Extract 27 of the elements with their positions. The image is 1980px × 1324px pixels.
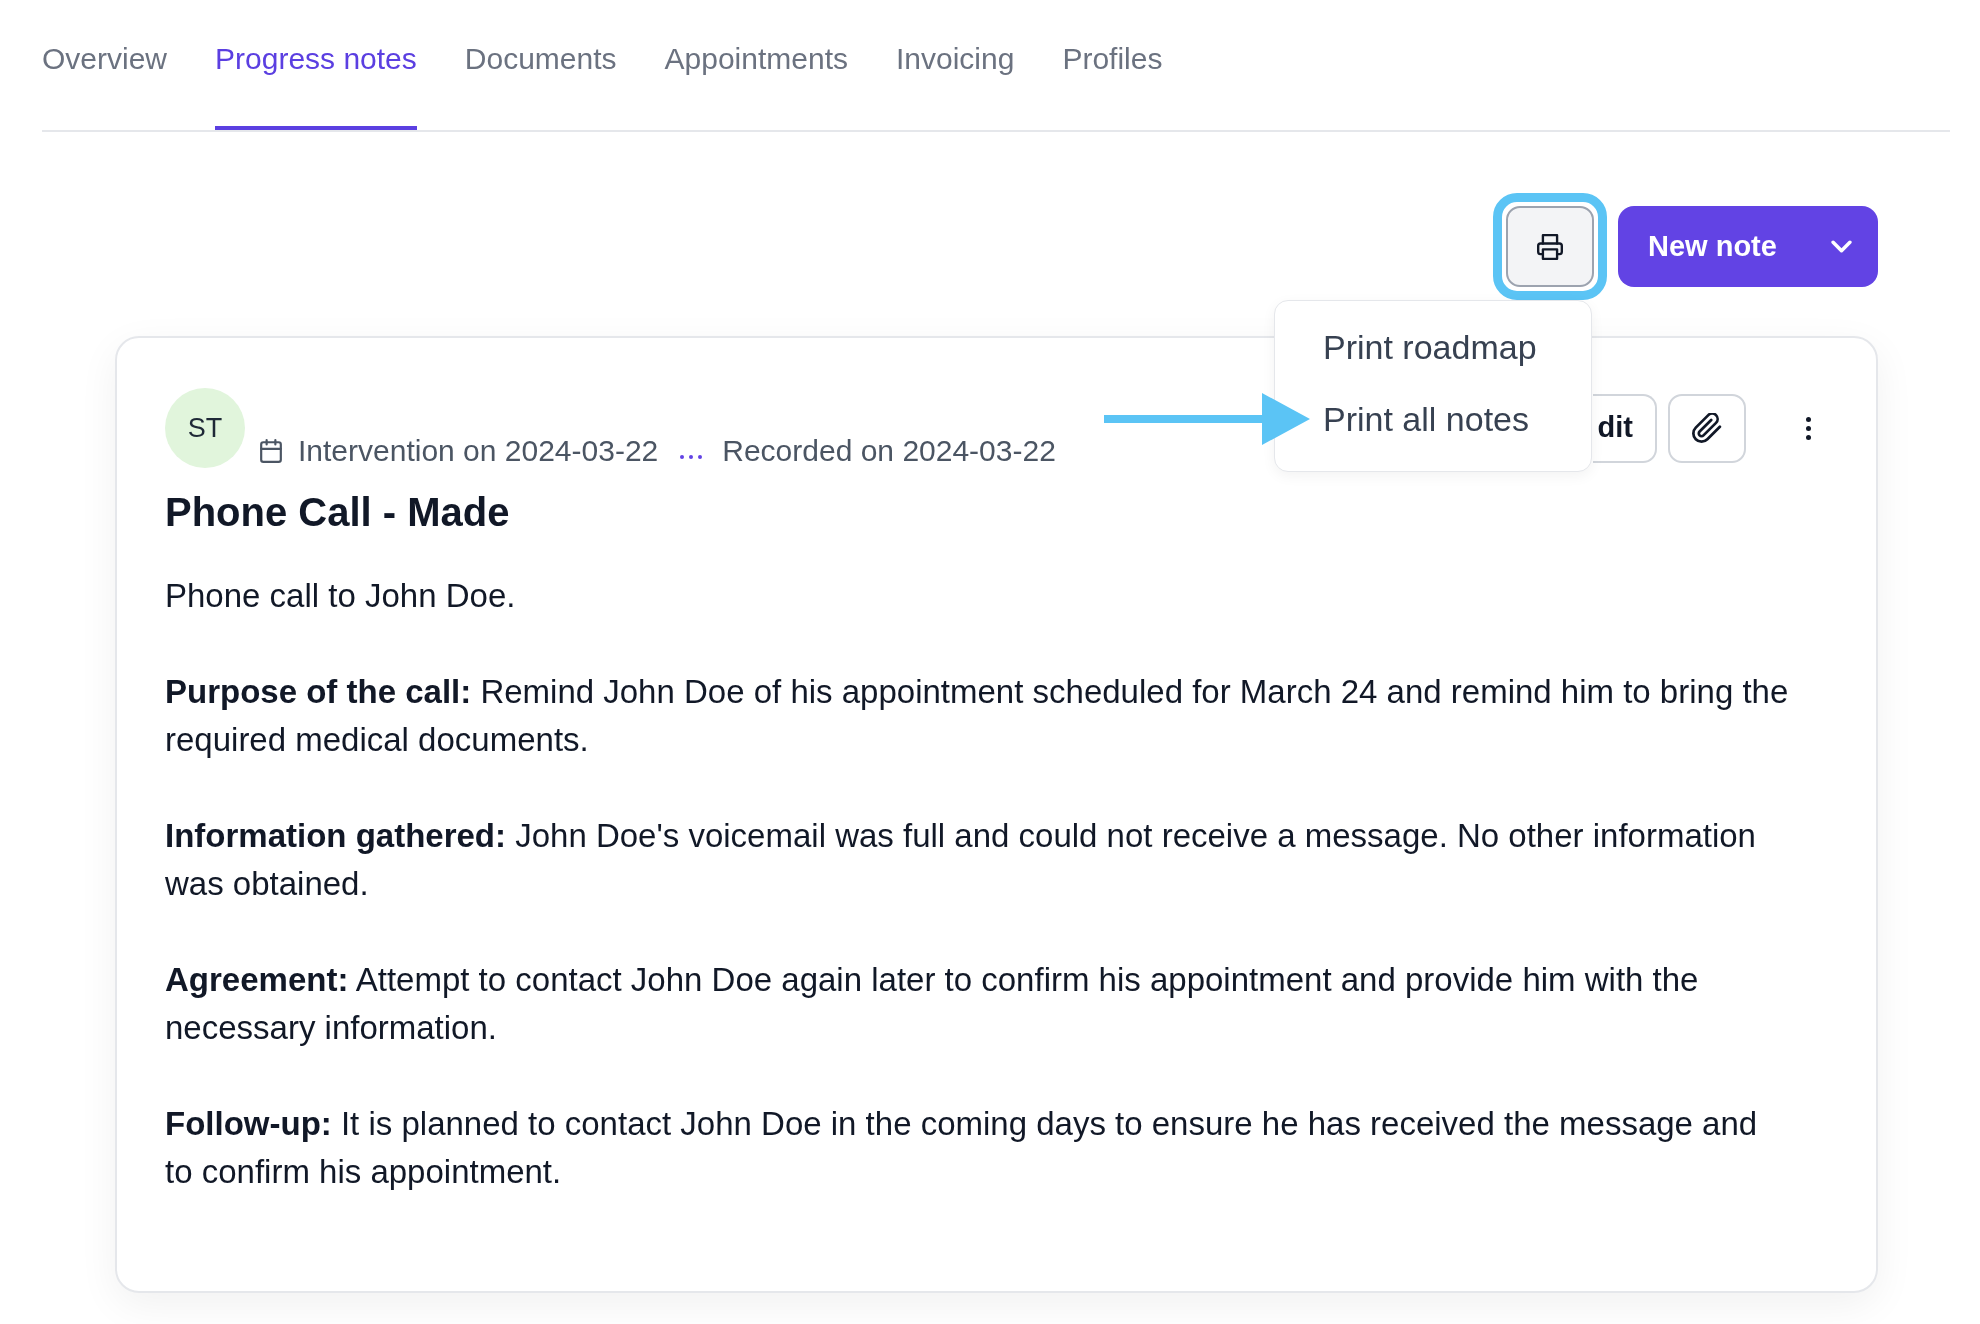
tab[interactable]: Invoicing [896,0,1015,130]
tab[interactable]: Appointments [664,0,848,130]
tab[interactable]: Overview [42,0,168,130]
note-paragraph: Purpose of the call: Remind John Doe of his appointment scheduled for March 24 and remind him to bring the required medical documents. [165,672,1790,760]
printer-icon [1537,233,1563,260]
note-paragraph: Follow-up: It is planned to contact John Doe in the coming days to ensure he has received the message and to confirm his appointment. [165,1104,1759,1192]
print-button[interactable] [1506,206,1594,287]
note-paragraph: Phone call to John Doe. [165,576,517,616]
recorded-date: Recorded on 2024-03-22 [722,434,1056,468]
edit-button[interactable]: dit [1593,393,1657,463]
note-paragraph: Information gathered: John Doe's voicemail was full and could not receive a message. No other information was obtained. [165,816,1757,904]
menu-item[interactable]: Print all notes [1311,383,1591,455]
note-paragraph: Agreement: Attempt to contact John Doe again later to confirm his appointment and provide him with the necessary information. [165,960,1700,1048]
calendar-icon [260,439,282,463]
tab[interactable]: Profiles [1062,0,1163,130]
menu-item[interactable]: Print roadmap [1311,311,1591,383]
tab[interactable]: Documents [464,0,617,130]
attach-button[interactable] [1668,393,1746,463]
note-title: Phone Call - Made [165,489,511,536]
avatar: ST [165,388,245,468]
new-note-button[interactable]: New note [1618,206,1878,287]
ellipsis-icon [680,455,703,459]
paperclip-icon [1692,413,1722,443]
chevron-down-icon [1831,240,1852,253]
intervention-date: Intervention on 2024-03-22 [298,434,659,468]
kebab-menu-icon [1805,416,1811,440]
tab[interactable]: Progress notes [215,0,417,130]
